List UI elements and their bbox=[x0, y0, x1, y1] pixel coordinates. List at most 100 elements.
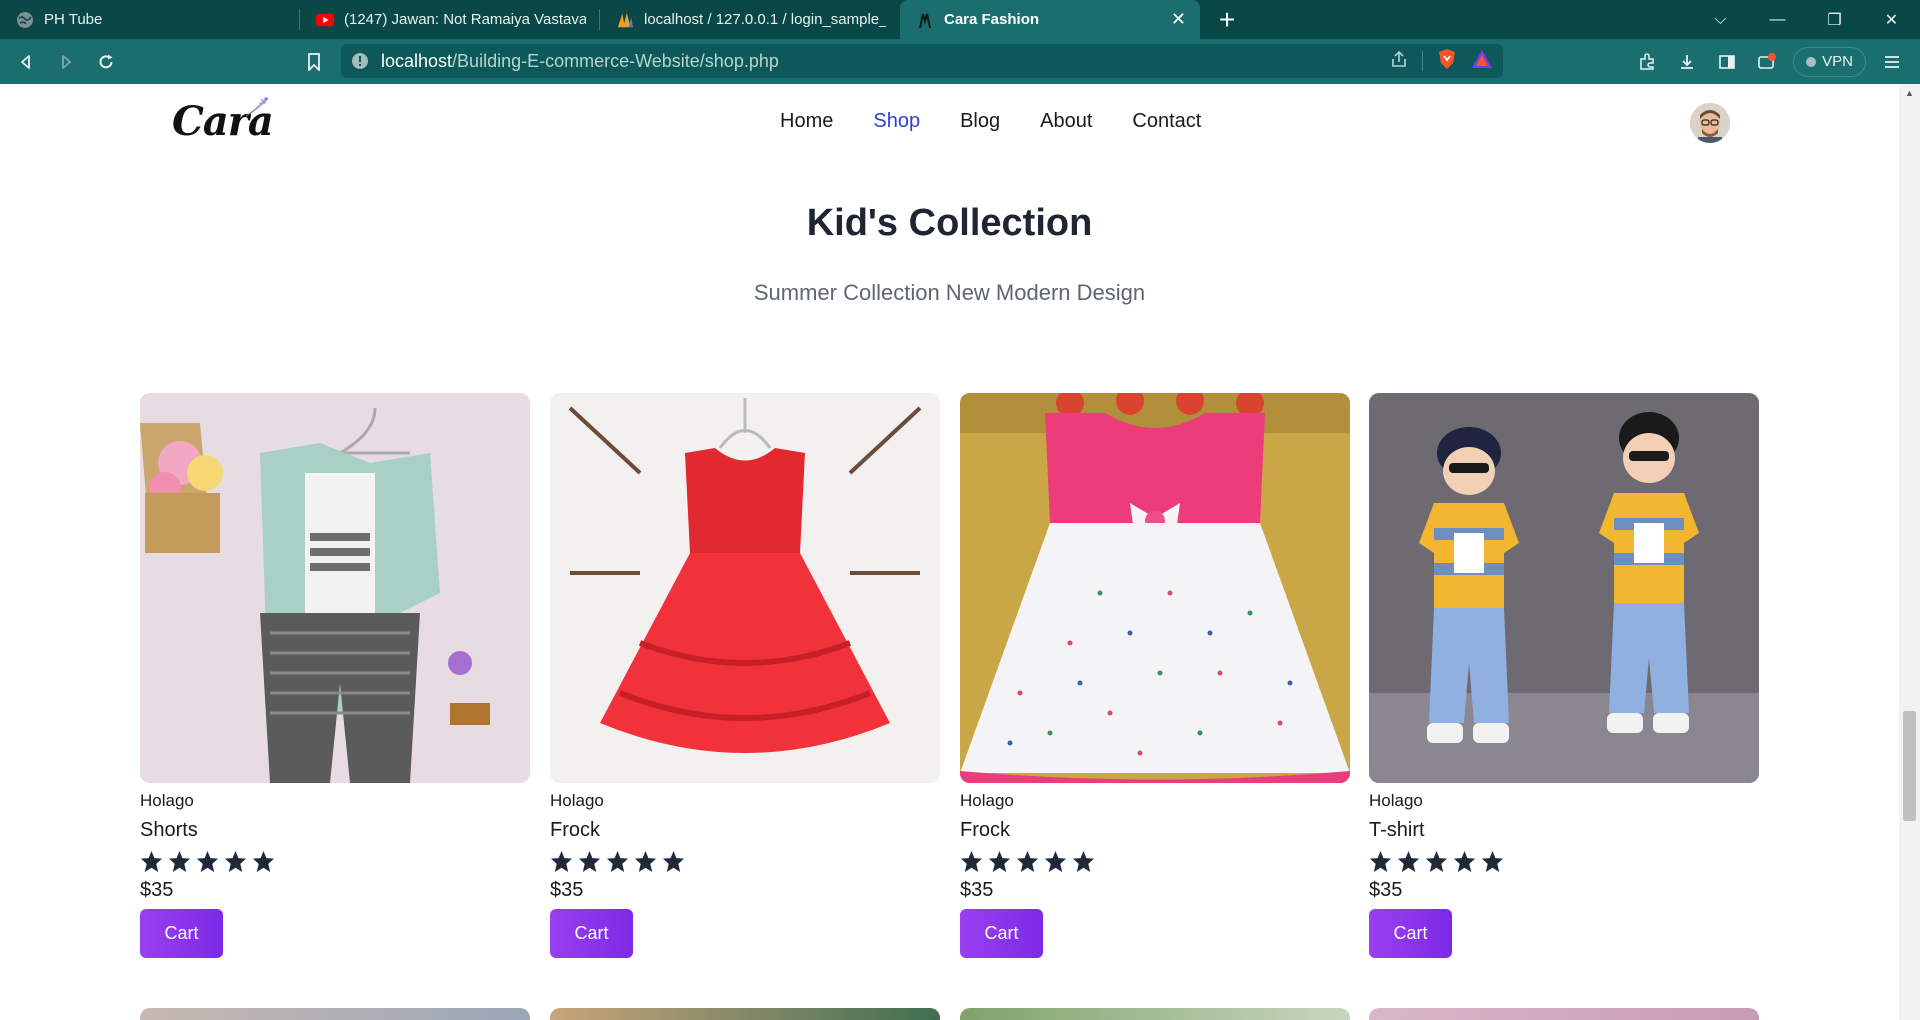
star-icon bbox=[988, 850, 1011, 872]
nav-about[interactable]: About bbox=[1040, 110, 1092, 133]
logo[interactable]: Cara bbox=[172, 97, 274, 145]
lavender-icon bbox=[245, 97, 269, 117]
tab-cara-fashion[interactable]: Cara Fashion ✕ bbox=[900, 0, 1200, 39]
add-to-cart-button[interactable]: Cart bbox=[960, 909, 1043, 958]
star-icon bbox=[606, 850, 629, 872]
menu-icon[interactable] bbox=[1872, 42, 1912, 82]
star-icon bbox=[960, 850, 983, 872]
product-image[interactable] bbox=[960, 1008, 1350, 1020]
reload-icon[interactable] bbox=[86, 42, 126, 82]
scroll-up-icon[interactable]: ▲ bbox=[1905, 88, 1914, 98]
phpmyadmin-icon bbox=[616, 11, 634, 29]
star-rating bbox=[1369, 849, 1759, 873]
product-image[interactable] bbox=[140, 1008, 530, 1020]
download-icon[interactable] bbox=[1667, 42, 1707, 82]
add-to-cart-button[interactable]: Cart bbox=[140, 909, 223, 958]
product-card[interactable]: Holago Frock $35 Cart bbox=[960, 393, 1350, 958]
star-icon bbox=[1453, 850, 1476, 872]
brave-rewards-icon[interactable] bbox=[1471, 49, 1493, 74]
star-icon bbox=[224, 850, 247, 872]
tab-youtube[interactable]: (1247) Jawan: Not Ramaiya Vastavaiya bbox=[300, 0, 600, 39]
site-header: Cara Home Shop Blog About Contact bbox=[0, 84, 1899, 163]
star-icon bbox=[196, 850, 219, 872]
brave-shields-icon[interactable] bbox=[1437, 48, 1457, 75]
add-to-cart-button[interactable]: Cart bbox=[550, 909, 633, 958]
minimize-button[interactable]: — bbox=[1749, 11, 1806, 29]
tab-phpmyadmin[interactable]: localhost / 127.0.0.1 / login_sample_db bbox=[600, 0, 900, 39]
tab-search-chevron-icon[interactable]: ⌵ bbox=[1692, 11, 1749, 29]
star-icon bbox=[1072, 850, 1095, 872]
nav-shop[interactable]: Shop bbox=[873, 110, 920, 133]
product-image[interactable] bbox=[960, 393, 1350, 783]
star-rating bbox=[960, 849, 1350, 873]
vpn-button[interactable]: VPN bbox=[1793, 46, 1866, 77]
product-image[interactable] bbox=[550, 1008, 940, 1020]
product-name: Frock bbox=[960, 819, 1010, 841]
url-host: localhost bbox=[381, 50, 453, 71]
close-window-button[interactable]: ✕ bbox=[1863, 10, 1920, 30]
site-icon bbox=[916, 11, 934, 29]
nav-home[interactable]: Home bbox=[780, 110, 833, 133]
product-brand: Holago bbox=[550, 791, 604, 810]
web-page: Cara Home Shop Blog About Contact Kid's … bbox=[0, 84, 1899, 1020]
star-icon bbox=[1425, 850, 1448, 872]
product-image[interactable] bbox=[1369, 1008, 1759, 1020]
page-scrollbar[interactable]: ▲ bbox=[1899, 84, 1920, 1020]
add-to-cart-button[interactable]: Cart bbox=[1369, 909, 1452, 958]
nav-blog[interactable]: Blog bbox=[960, 110, 1000, 133]
new-tab-button[interactable]: + bbox=[1200, 0, 1254, 39]
product-image[interactable] bbox=[550, 393, 940, 783]
star-icon bbox=[634, 850, 657, 872]
star-icon bbox=[168, 850, 191, 872]
star-icon bbox=[1481, 850, 1504, 872]
star-icon bbox=[578, 850, 601, 872]
globe-icon bbox=[16, 11, 34, 29]
scrollbar-thumb[interactable] bbox=[1903, 711, 1916, 821]
tab-ph-tube[interactable]: PH Tube bbox=[0, 0, 300, 39]
product-card[interactable]: Holago Shorts $35 Cart bbox=[140, 393, 530, 958]
product-image[interactable] bbox=[1369, 393, 1759, 783]
back-icon[interactable] bbox=[6, 42, 46, 82]
page-subtitle: Summer Collection New Modern Design bbox=[753, 280, 1146, 305]
youtube-icon bbox=[316, 11, 334, 29]
star-icon bbox=[140, 850, 163, 872]
nav-contact[interactable]: Contact bbox=[1132, 110, 1201, 133]
page-title: Kid's Collection bbox=[806, 202, 1093, 244]
product-price: $35 bbox=[140, 879, 174, 901]
tab-title: (1247) Jawan: Not Ramaiya Vastavaiya bbox=[344, 11, 586, 28]
share-icon[interactable] bbox=[1390, 50, 1408, 73]
star-icon bbox=[252, 850, 275, 872]
star-icon bbox=[1016, 850, 1039, 872]
browser-tab-bar: PH Tube (1247) Jawan: Not Ramaiya Vastav… bbox=[0, 0, 1920, 39]
product-name: Shorts bbox=[140, 819, 198, 841]
product-price: $35 bbox=[550, 879, 584, 901]
star-icon bbox=[1044, 850, 1067, 872]
address-field[interactable]: localhost/Building-E-commerce-Website/sh… bbox=[341, 44, 1503, 78]
product-price: $35 bbox=[960, 879, 994, 901]
forward-icon[interactable] bbox=[46, 42, 86, 82]
bookmark-icon[interactable] bbox=[294, 42, 334, 82]
star-rating bbox=[140, 849, 530, 873]
star-icon bbox=[662, 850, 685, 872]
site-info-icon[interactable] bbox=[351, 52, 369, 70]
tab-title: localhost / 127.0.0.1 / login_sample_db bbox=[644, 11, 886, 28]
sidebar-icon[interactable] bbox=[1707, 42, 1747, 82]
product-brand: Holago bbox=[1369, 791, 1423, 810]
product-brand: Holago bbox=[140, 791, 194, 810]
extensions-icon[interactable] bbox=[1627, 42, 1667, 82]
url-path: /Building-E-commerce-Website/shop.php bbox=[452, 50, 779, 71]
avatar[interactable] bbox=[1690, 103, 1730, 143]
product-image[interactable] bbox=[140, 393, 530, 783]
wallet-icon[interactable] bbox=[1747, 42, 1787, 82]
product-brand: Holago bbox=[960, 791, 1014, 810]
product-name: Frock bbox=[550, 819, 600, 841]
star-icon bbox=[1397, 850, 1420, 872]
product-price: $35 bbox=[1369, 879, 1403, 901]
product-card[interactable]: Holago Frock $35 Cart bbox=[550, 393, 940, 958]
tab-title: PH Tube bbox=[44, 11, 103, 28]
product-card[interactable]: Holago T-shirt $35 Cart bbox=[1369, 393, 1759, 958]
restore-button[interactable]: ❐ bbox=[1806, 10, 1863, 30]
close-tab-icon[interactable]: ✕ bbox=[1171, 9, 1186, 30]
star-icon bbox=[1369, 850, 1392, 872]
tab-title: Cara Fashion bbox=[944, 11, 1040, 28]
